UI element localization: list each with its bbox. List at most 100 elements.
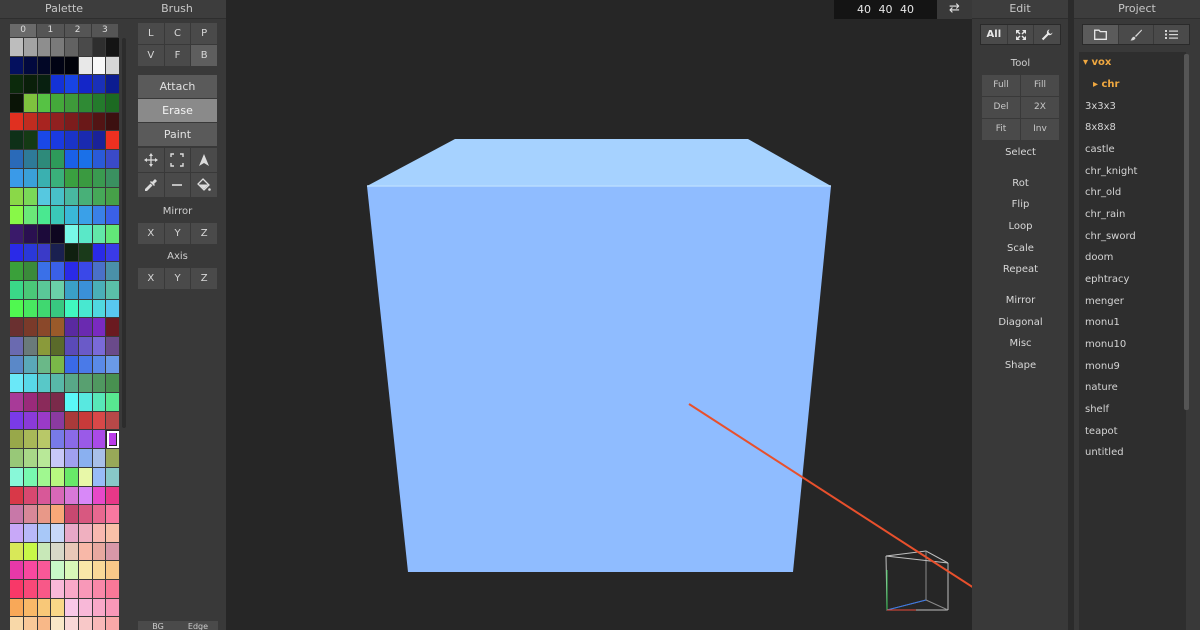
palette-swatch[interactable] [78,187,93,207]
palette-swatch[interactable] [65,280,79,300]
palette-swatch[interactable] [92,243,107,263]
palette-swatch[interactable] [23,299,38,319]
fill-button[interactable]: Fill [1021,75,1059,96]
palette-swatch[interactable] [10,561,24,580]
palette-swatch[interactable] [37,280,52,300]
file-item[interactable]: chr_old [1085,187,1121,198]
palette-swatch[interactable] [37,374,52,394]
flip-button[interactable]: Flip [980,199,1061,210]
brush-L-button[interactable]: L [138,23,164,44]
palette-swatch[interactable] [51,374,65,394]
palette-swatch[interactable] [51,467,65,487]
palette-swatch[interactable] [78,355,93,375]
palette-swatch[interactable] [92,206,107,225]
file-item[interactable]: ephtracy [1085,274,1129,285]
palette-swatch[interactable] [51,337,65,356]
palette-swatch[interactable] [78,467,93,487]
palette-swatch[interactable] [37,337,52,356]
palette-swatch[interactable] [10,206,24,225]
palette-swatch[interactable] [51,224,65,244]
palette-swatch[interactable] [92,94,107,113]
palette-swatch[interactable] [51,393,65,412]
file-item[interactable]: untitled [1085,447,1124,458]
palette-swatch[interactable] [23,617,38,630]
full-button[interactable]: Full [982,75,1020,96]
palette-swatch[interactable] [37,168,52,188]
palette-swatch[interactable] [78,542,93,562]
palette-swatch[interactable] [10,337,24,356]
palette-swatch[interactable] [37,243,52,263]
palette-swatch[interactable] [37,299,52,319]
palette-swatch[interactable] [65,187,79,207]
palette-swatch[interactable] [37,56,52,76]
diagonal-button[interactable]: Diagonal [980,317,1061,328]
palette-swatch[interactable] [10,131,24,151]
palette-swatch[interactable] [37,94,52,113]
palette-swatch[interactable] [37,131,52,151]
palette-swatch[interactable] [37,206,52,225]
palette-swatch[interactable] [106,617,120,630]
file-item[interactable]: monu9 [1085,361,1120,372]
palette-swatch[interactable] [106,150,120,169]
palette-swatch[interactable] [37,150,52,169]
palette-swatch[interactable] [65,579,79,599]
palette-swatch[interactable] [10,94,24,113]
erase-mode-button[interactable]: Erase [138,99,217,122]
palette-swatch[interactable] [106,94,120,113]
palette-swatch[interactable] [92,598,107,618]
palette-swatch[interactable] [23,337,38,356]
palette-swatch[interactable] [65,243,79,263]
palette-swatch[interactable] [51,542,65,562]
attach-mode-button[interactable]: Attach [138,75,217,98]
brush-B-button[interactable]: B [191,45,217,66]
palette-swatch[interactable] [65,355,79,375]
palette-swatch[interactable] [51,598,65,618]
palette-swatch[interactable] [37,224,52,244]
palette-swatch[interactable] [51,131,65,151]
palette-swatch[interactable] [78,505,93,524]
axis-y-button[interactable]: Y [164,268,191,289]
swap-icon[interactable]: ⇄ [937,0,972,19]
palette-swatch[interactable] [92,579,107,599]
palette-swatch[interactable] [10,224,24,244]
palette-swatch[interactable] [92,355,107,375]
palette-swatch[interactable] [106,280,120,300]
loop-button[interactable]: Loop [980,221,1061,232]
palette-tab-1[interactable]: 1 [37,24,65,37]
palette-swatch[interactable] [106,75,120,95]
palette-swatch[interactable] [92,299,107,319]
palette-swatch[interactable] [23,505,38,524]
palette-swatch[interactable] [10,187,24,207]
edit-all-button[interactable]: All [981,25,1008,44]
palette-swatch[interactable] [10,280,24,300]
file-item[interactable]: monu1 [1085,317,1120,328]
palette-swatch[interactable] [23,598,38,618]
palette-swatch[interactable] [65,56,79,76]
palette-swatch[interactable] [92,430,107,450]
palette-swatch[interactable] [51,411,65,431]
palette-swatch[interactable] [78,561,93,580]
palette-swatch[interactable] [65,467,79,487]
inv-button[interactable]: Inv [1021,119,1059,140]
palette-swatch[interactable] [23,430,38,450]
palette-swatch[interactable] [37,579,52,599]
folder-vox[interactable]: ▾ vox [1083,57,1111,68]
palette-swatch[interactable] [65,374,79,394]
palette-swatch[interactable] [65,224,79,244]
palette-swatch[interactable] [10,411,24,431]
palette-swatch[interactable] [37,38,52,57]
palette-swatch[interactable] [65,598,79,618]
palette-swatch[interactable] [65,486,79,506]
palette-swatch[interactable] [106,355,120,375]
palette-swatch[interactable] [106,542,120,562]
palette-swatch[interactable] [51,486,65,506]
palette-swatch[interactable] [10,38,24,57]
palette-swatch[interactable] [106,505,120,524]
palette-swatch[interactable] [78,523,93,543]
palette-swatch[interactable] [10,467,24,487]
palette-swatch[interactable] [10,449,24,468]
palette-swatch[interactable] [106,374,120,394]
palette-swatch[interactable] [10,150,24,169]
palette-swatch[interactable] [92,262,107,281]
palette-swatch[interactable] [23,94,38,113]
